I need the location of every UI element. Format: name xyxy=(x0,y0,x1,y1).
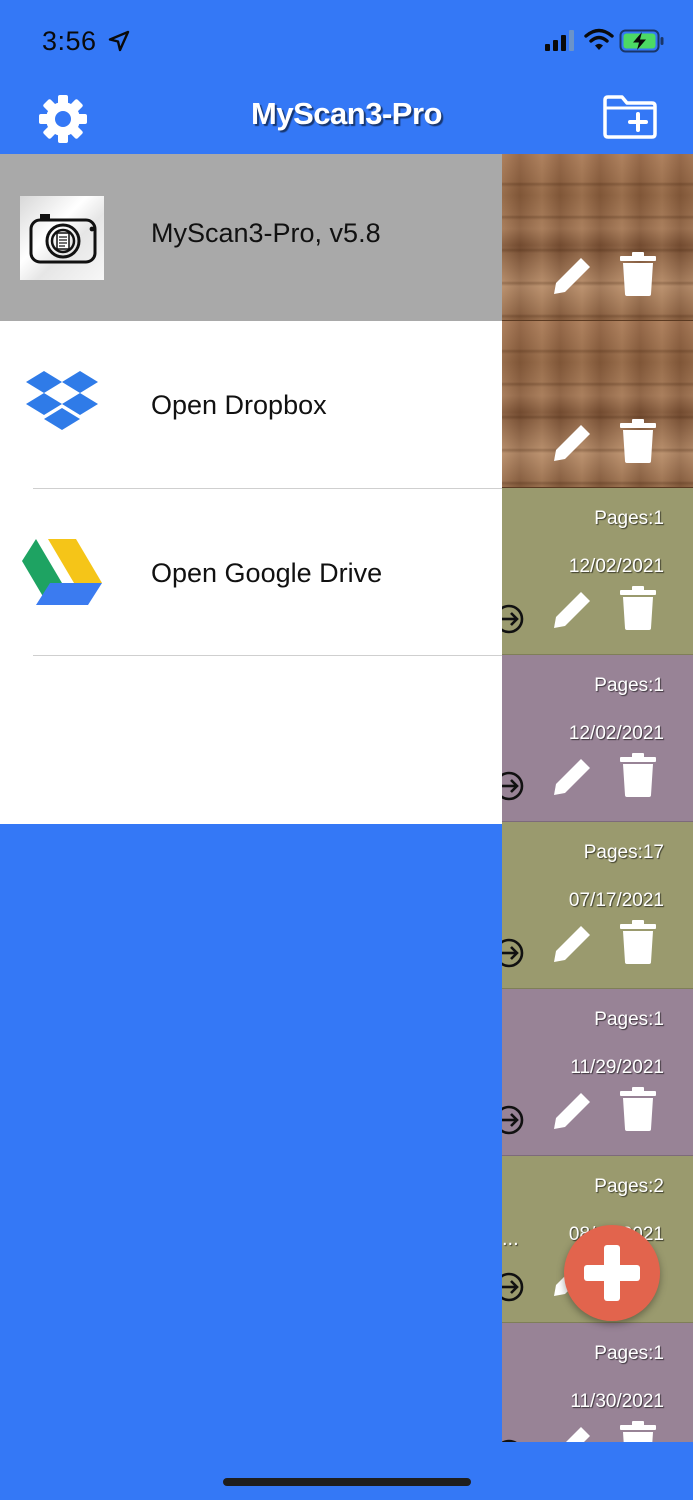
menu-item-label: Open Dropbox xyxy=(151,390,327,420)
trash-icon[interactable] xyxy=(618,419,658,463)
page-count: Pages:1 xyxy=(594,1343,664,1364)
camera-logo-icon xyxy=(20,196,104,280)
share-icon[interactable] xyxy=(502,936,526,970)
home-indicator[interactable] xyxy=(223,1478,471,1486)
file-card[interactable]: Pages:1 11/29/2021 xyxy=(502,989,693,1156)
trash-icon[interactable] xyxy=(618,252,658,296)
trash-icon[interactable] xyxy=(618,1421,658,1442)
status-bar: 3:56 xyxy=(0,0,693,84)
menu-item-label: Open Google Drive xyxy=(151,558,383,588)
share-icon[interactable] xyxy=(502,1103,526,1137)
add-scan-button[interactable] xyxy=(564,1225,660,1321)
side-drawer: MyScan3-Pro, v5.8 Open Dropbox Open Goog… xyxy=(0,154,502,824)
share-icon[interactable] xyxy=(502,602,526,636)
page-count: Pages:1 xyxy=(594,675,664,696)
page-count: Pages:2 xyxy=(594,1176,664,1197)
trash-icon[interactable] xyxy=(618,586,658,630)
drawer-header: MyScan3-Pro, v5.8 xyxy=(0,154,502,321)
menu-divider xyxy=(33,655,502,656)
google-drive-icon xyxy=(22,539,102,605)
plus-icon xyxy=(584,1245,640,1301)
share-icon[interactable] xyxy=(502,1270,526,1304)
new-folder-icon[interactable] xyxy=(602,94,658,140)
file-card[interactable]: Pages:1 12/02/2021 xyxy=(502,655,693,822)
file-date: 12/02/2021 xyxy=(568,723,664,744)
trash-icon[interactable] xyxy=(618,753,658,797)
app-version-label: MyScan3-Pro, v5.8 xyxy=(151,218,381,248)
share-icon[interactable] xyxy=(502,769,526,803)
cellular-signal-icon xyxy=(545,30,574,51)
nav-bar: MyScan3-Pro xyxy=(0,84,693,154)
file-card[interactable]: Pages:1 11/30/2021 xyxy=(502,1323,693,1442)
share-icon[interactable] xyxy=(502,1437,526,1442)
wifi-icon xyxy=(584,28,614,50)
pencil-icon[interactable] xyxy=(548,419,596,467)
page-count: Pages:1 xyxy=(594,508,664,529)
page-count: Pages:1 xyxy=(594,1009,664,1030)
pencil-icon[interactable] xyxy=(548,920,596,968)
battery-charging-icon xyxy=(619,29,664,53)
file-date: 11/30/2021 xyxy=(570,1391,664,1412)
pencil-icon[interactable] xyxy=(548,753,596,801)
file-card[interactable]: Pages:1 12/02/2021 xyxy=(502,488,693,655)
location-arrow-icon xyxy=(108,30,130,52)
pencil-icon[interactable] xyxy=(548,1421,596,1442)
file-date: 12/02/2021 xyxy=(568,556,664,577)
app-title: MyScan3-Pro xyxy=(251,96,442,131)
file-card[interactable]: Pages:17 07/17/2021 xyxy=(502,822,693,989)
file-card[interactable] xyxy=(502,321,693,488)
pencil-icon[interactable] xyxy=(548,586,596,634)
dropbox-icon xyxy=(26,371,98,430)
trash-icon[interactable] xyxy=(618,1087,658,1131)
status-time: 3:56 xyxy=(42,26,97,56)
pencil-icon[interactable] xyxy=(548,252,596,300)
file-date: 11/29/2021 xyxy=(570,1057,664,1078)
trash-icon[interactable] xyxy=(618,920,658,964)
file-date: 07/17/2021 xyxy=(568,890,664,911)
menu-item-open-dropbox[interactable]: Open Dropbox xyxy=(0,321,502,488)
page-count: Pages:17 xyxy=(583,842,664,863)
menu-item-open-google-drive[interactable]: Open Google Drive xyxy=(0,489,502,656)
file-name-truncated: ... xyxy=(502,1228,519,1250)
pencil-icon[interactable] xyxy=(548,1087,596,1135)
file-card[interactable] xyxy=(502,154,693,321)
